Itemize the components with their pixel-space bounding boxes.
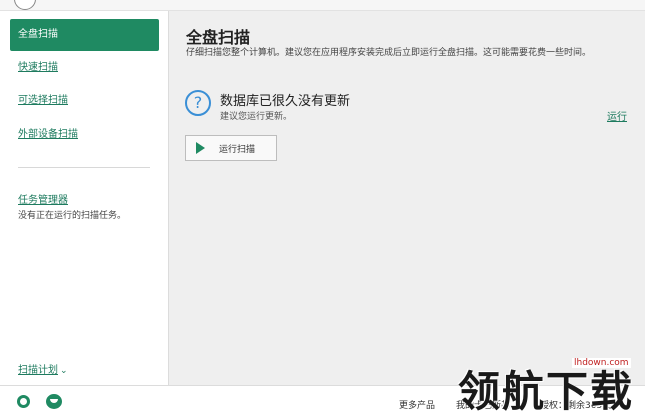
play-icon (196, 142, 205, 154)
app-logo (14, 0, 36, 10)
sidebar-item-external-device-scan[interactable]: 外部设备扫描 (10, 119, 159, 151)
title-bar (0, 0, 645, 11)
run-scan-button[interactable]: 运行扫描 (185, 135, 277, 161)
more-products-link[interactable]: 更多产品 (399, 398, 435, 411)
alert-subtitle: 建议您运行更新。 (220, 112, 293, 122)
task-manager-link[interactable]: 任务管理器 (18, 191, 68, 206)
page-title: 全盘扫描 (186, 28, 251, 47)
main-panel: 全盘扫描 仔细扫描您整个计算机。建议您在应用程序安装完成后立即运行全盘扫描。这可… (169, 11, 645, 385)
sidebar-item-full-scan[interactable]: 全盘扫描 (10, 19, 159, 51)
sidebar-item-custom-scan[interactable]: 可选择扫描 (10, 85, 159, 117)
scan-schedule-label: 扫描计划 (18, 365, 58, 376)
alert-title: 数据库已很久没有更新 (220, 94, 351, 109)
task-status-text: 没有正在运行的扫描任务。 (18, 211, 127, 221)
sidebar-divider (18, 167, 150, 168)
run-scan-label: 运行扫描 (219, 144, 256, 155)
scan-schedule-link[interactable]: 扫描计划 ⌄ (18, 361, 68, 376)
run-update-link[interactable]: 运行 (607, 108, 627, 123)
watermark-url: lhdown.com (572, 358, 631, 368)
support-icon[interactable] (46, 394, 62, 409)
chevron-down-icon: ⌄ (60, 366, 68, 376)
sidebar: 全盘扫描 快速扫描 可选择扫描 外部设备扫描 任务管理器 没有正在运行的扫描任务… (0, 11, 169, 385)
gear-icon[interactable] (17, 395, 30, 408)
sidebar-item-quick-scan[interactable]: 快速扫描 (10, 52, 159, 84)
page-description: 仔细扫描您整个计算机。建议您在应用程序安装完成后立即运行全盘扫描。这可能需要花费… (186, 48, 592, 58)
question-icon: ? (185, 90, 211, 116)
